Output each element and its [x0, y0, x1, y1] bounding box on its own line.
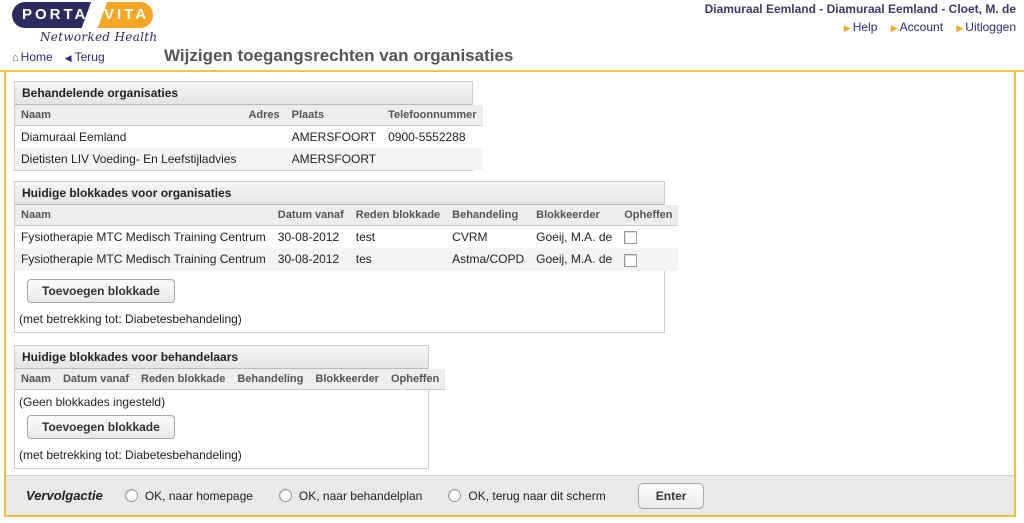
breadcrumb-nav: ⌂ Home ◀ Terug Wijzigen toegangsrechten van…	[0, 46, 1024, 72]
toevoegen-blokkade-behandelaars-button[interactable]: Toevoegen blokkade	[27, 415, 175, 439]
col-reden-blokkade: Reden blokkade	[349, 205, 447, 226]
col-plaats: Plaats	[285, 105, 383, 126]
section-blokkades-behandelaars: Huidige blokkades voor behandelaars Naam…	[14, 345, 446, 469]
blokkades-behandelaars-actions: Toevoegen blokkade (met betrekking tot: …	[15, 409, 428, 468]
cell-datum-vanaf: 30-08-2012	[271, 225, 350, 249]
arrow-right-icon: ▶	[890, 23, 898, 33]
vervolgactie-bar: Vervolgactie OK, naar homepage OK, naar …	[6, 475, 1014, 515]
col-naam: Naam	[15, 105, 243, 126]
col-adres: Adres	[242, 105, 286, 126]
blokkades-organisaties-note: (met betrekking tot: Diabetesbehandeling…	[19, 311, 242, 326]
table-blokkades-organisaties: Naam Datum vanaf Reden blokkade Behandel…	[15, 205, 679, 271]
nav-links: ⌂ Home ◀ Terug	[12, 50, 109, 64]
col-opheffen: Opheffen	[618, 205, 679, 226]
header-right-area: Diamuraal Eemland - Diamuraal Eemland - …	[705, 2, 1016, 34]
header-link-account-label: Account	[899, 20, 944, 34]
table-blokkades-behandelaars: Naam Datum vanaf Reden blokkade Behandel…	[15, 369, 446, 390]
arrow-right-icon: ▶	[843, 23, 851, 33]
cell-adres	[242, 125, 286, 148]
header-link-help-label: Help	[852, 20, 878, 34]
opheffen-checkbox[interactable]	[624, 253, 638, 267]
header-links: ▶ Help ▶ Account ▶ Uitloggen	[705, 20, 1016, 34]
col-blokkeerder: Blokkeerder	[309, 369, 385, 390]
radio-icon[interactable]	[278, 489, 292, 502]
table-row: Dietisten LIV Voeding- En Leefstijladvie…	[15, 148, 483, 170]
radio-option-naar-behandelplan-label: OK, naar behandelplan	[298, 488, 423, 503]
section-behandelende-organisaties: Behandelende organisaties Naam Adres Pla…	[14, 81, 483, 171]
table-header-row: Naam Datum vanaf Reden blokkade Behandel…	[15, 205, 679, 226]
table-row: Diamuraal Eemland AMERSFOORT 0900-555228…	[15, 125, 483, 148]
vervolgactie-label: Vervolgactie	[26, 488, 103, 503]
header-link-account[interactable]: ▶ Account	[891, 20, 943, 34]
cell-opheffen	[618, 225, 679, 249]
logo-text-vita: VITA	[104, 6, 150, 23]
cell-blokkeerder: Goeij, M.A. de	[530, 225, 619, 249]
table-row: Fysiotherapie MTC Medisch Training Centr…	[15, 248, 679, 271]
col-datum-vanaf: Datum vanaf	[271, 205, 350, 226]
radio-option-naar-homepage[interactable]: OK, naar homepage	[124, 488, 253, 503]
blokkades-behandelaars-empty-message: (Geen blokkades ingesteld)	[19, 395, 166, 409]
home-icon: ⌂	[12, 52, 19, 64]
cell-naam: Diamuraal Eemland	[15, 125, 243, 148]
cell-reden-blokkade: tes	[349, 248, 447, 271]
header-link-uitloggen[interactable]: ▶ Uitloggen	[956, 20, 1016, 34]
radio-option-terug-naar-dit-scherm-label: OK, terug naar dit scherm	[468, 488, 606, 503]
cell-behandeling: CVRM	[446, 225, 531, 249]
radio-icon[interactable]	[448, 489, 462, 502]
col-naam: Naam	[15, 205, 272, 226]
blokkades-behandelaars-note: (met betrekking tot: Diabetesbehandeling…	[19, 448, 242, 462]
table-row: Fysiotherapie MTC Medisch Training Centr…	[15, 225, 679, 249]
cell-opheffen	[618, 248, 679, 271]
main-content-panel: Behandelende organisaties Naam Adres Pla…	[4, 72, 1016, 517]
col-datum-vanaf: Datum vanaf	[56, 369, 135, 390]
table-header-row: Naam Datum vanaf Reden blokkade Behandel…	[15, 369, 446, 390]
page-title: Wijzigen toegangsrechten van organisatie…	[164, 46, 514, 65]
col-behandeling: Behandeling	[446, 205, 531, 226]
col-naam: Naam	[15, 369, 57, 390]
table-header-row: Naam Adres Plaats Telefoonnummer	[15, 105, 483, 126]
col-telefoonnummer: Telefoonnummer	[382, 105, 483, 126]
arrow-left-icon: ◀	[64, 53, 72, 63]
cell-naam: Fysiotherapie MTC Medisch Training Centr…	[15, 225, 272, 249]
cell-naam: Fysiotherapie MTC Medisch Training Centr…	[15, 248, 272, 271]
header-link-uitloggen-label: Uitloggen	[965, 20, 1016, 34]
col-behandeling: Behandeling	[231, 369, 310, 390]
page-header: PORTA VITA Networked Health Diamuraal Ee…	[0, 0, 1024, 72]
cell-blokkeerder: Goeij, M.A. de	[530, 248, 619, 271]
cell-telefoonnummer	[382, 148, 483, 170]
cell-plaats: AMERSFOORT	[285, 125, 383, 148]
logo-tagline: Networked Health	[40, 30, 158, 44]
cell-plaats: AMERSFOORT	[285, 148, 383, 170]
section-title-blokkades-behandelaars: Huidige blokkades voor behandelaars	[15, 346, 428, 369]
col-blokkeerder: Blokkeerder	[530, 205, 619, 226]
radio-icon[interactable]	[124, 489, 138, 502]
logo-text-porta: PORTA	[22, 6, 89, 23]
radio-option-naar-homepage-label: OK, naar homepage	[144, 488, 253, 503]
opheffen-checkbox[interactable]	[624, 231, 638, 245]
section-title-organisaties: Behandelende organisaties	[15, 82, 472, 105]
cell-adres	[242, 148, 286, 170]
brand-logo: PORTA VITA Networked Health	[12, 2, 172, 44]
radio-option-terug-naar-dit-scherm[interactable]: OK, terug naar dit scherm	[448, 488, 606, 503]
logo-pill: PORTA VITA	[12, 2, 153, 28]
section-title-blokkades-organisaties: Huidige blokkades voor organisaties	[15, 182, 664, 205]
cell-datum-vanaf: 30-08-2012	[271, 248, 350, 271]
table-behandelende-organisaties: Naam Adres Plaats Telefoonnummer Diamura…	[15, 105, 483, 170]
enter-submit-button[interactable]: Enter	[637, 482, 705, 509]
arrow-right-icon: ▶	[956, 23, 964, 33]
header-link-help[interactable]: ▶ Help	[844, 20, 878, 34]
col-reden-blokkade: Reden blokkade	[135, 369, 232, 390]
blokkades-organisaties-actions: Toevoegen blokkade (met betrekking tot: …	[15, 271, 664, 332]
col-opheffen: Opheffen	[384, 369, 446, 390]
user-context-label: Diamuraal Eemland - Diamuraal Eemland - …	[704, 2, 1016, 16]
cell-naam: Dietisten LIV Voeding- En Leefstijladvie…	[15, 148, 243, 170]
cell-behandeling: Astma/COPD	[446, 248, 531, 271]
cell-telefoonnummer: 0900-5552288	[382, 125, 483, 148]
nav-link-terug[interactable]: Terug	[75, 50, 105, 64]
nav-link-home[interactable]: Home	[21, 50, 53, 64]
section-blokkades-organisaties: Huidige blokkades voor organisaties Naam…	[14, 181, 679, 333]
cell-reden-blokkade: test	[349, 225, 447, 249]
toevoegen-blokkade-organisaties-button[interactable]: Toevoegen blokkade	[27, 278, 175, 303]
radio-option-naar-behandelplan[interactable]: OK, naar behandelplan	[278, 488, 423, 503]
